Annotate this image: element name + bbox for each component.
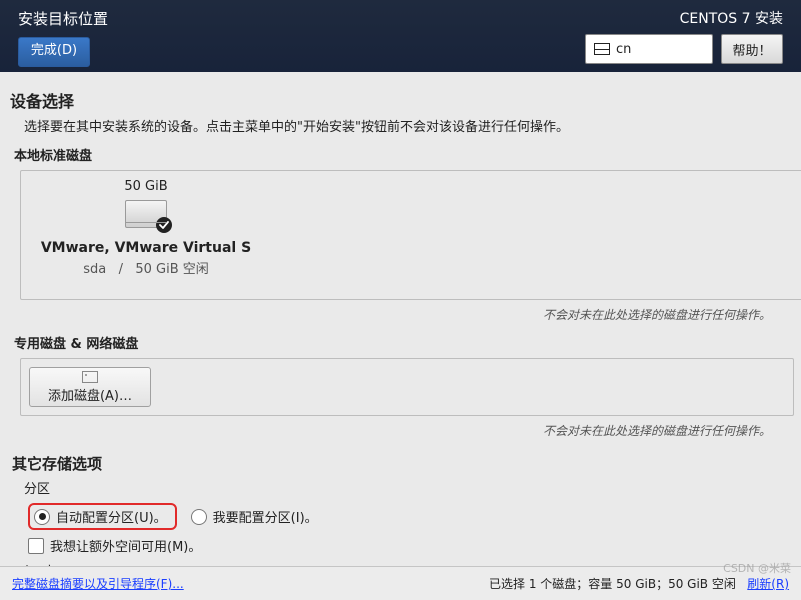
extra-space-checkbox[interactable] <box>28 538 44 554</box>
partition-section-label: 分区 <box>24 478 789 497</box>
header-left: 安装目标位置 完成(D) <box>18 4 108 72</box>
disk-size: 50 GiB <box>124 179 167 194</box>
disk-subtitle: sda / 50 GiB 空闲 <box>83 258 209 277</box>
auto-partition-radio[interactable]: 自动配置分区(U)。 <box>34 507 167 526</box>
refresh-link[interactable]: 刷新(R) <box>747 577 789 591</box>
full-disk-summary-link[interactable]: 完整磁盘摘要以及引导程序(F)... <box>12 575 184 592</box>
radio-icon <box>34 509 50 525</box>
header-right: CENTOS 7 安装 cn 帮助！ <box>585 4 783 72</box>
footer-bar: 完整磁盘摘要以及引导程序(F)... 已选择 1 个磁盘；容量 50 GiB；5… <box>0 566 801 600</box>
help-button[interactable]: 帮助！ <box>721 34 783 64</box>
extra-space-row: 我想让额外空间可用(M)。 <box>28 536 789 555</box>
disk-name: VMware, VMware Virtual S <box>41 240 251 256</box>
help-button-label: 帮助！ <box>732 40 771 59</box>
done-button[interactable]: 完成(D) <box>18 37 90 67</box>
keyboard-layout-selector[interactable]: cn <box>585 34 713 64</box>
device-selection-heading: 设备选择 <box>10 88 789 112</box>
network-disks-panel: 添加磁盘(A)… <box>20 358 794 416</box>
add-disk-button[interactable]: 添加磁盘(A)… <box>29 367 151 407</box>
radio-icon <box>191 509 207 525</box>
footer-right-group: 已选择 1 个磁盘；容量 50 GiB；50 GiB 空闲 刷新(R) <box>489 575 789 592</box>
network-disks-note: 不会对未在此处选择的磁盘进行任何操作。 <box>10 422 771 439</box>
add-disk-icon <box>82 371 98 383</box>
header-bar: 安装目标位置 完成(D) CENTOS 7 安装 cn 帮助！ <box>0 0 801 72</box>
extra-space-label: 我想让额外空间可用(M)。 <box>50 536 201 555</box>
disk-status-text: 已选择 1 个磁盘；容量 50 GiB；50 GiB 空闲 <box>489 577 736 591</box>
manual-partition-radio[interactable]: 我要配置分区(I)。 <box>191 507 318 526</box>
local-disks-panel: 50 GiB VMware, VMware Virtual S sda / 50… <box>20 170 801 300</box>
keyboard-icon <box>594 43 610 55</box>
partition-radio-row: 自动配置分区(U)。 我要配置分区(I)。 <box>28 503 789 530</box>
local-disks-note: 不会对未在此处选择的磁盘进行任何操作。 <box>10 306 771 323</box>
header-controls-row: cn 帮助！ <box>585 34 783 64</box>
disk-selected-check-icon <box>156 217 172 233</box>
local-disks-heading: 本地标准磁盘 <box>14 145 789 164</box>
other-storage-heading: 其它存储选项 <box>12 453 789 474</box>
highlight-box: 自动配置分区(U)。 <box>28 503 177 530</box>
keyboard-layout-label: cn <box>616 42 631 57</box>
manual-partition-label: 我要配置分区(I)。 <box>213 507 318 526</box>
hard-drive-icon <box>125 200 167 228</box>
device-selection-description: 选择要在其中安装系统的设备。点击主菜单中的"开始安装"按钮前不会对该设备进行任何… <box>24 116 789 135</box>
product-label: CENTOS 7 安装 <box>585 8 783 28</box>
page-title: 安装目标位置 <box>18 8 108 29</box>
main-content: 设备选择 选择要在其中安装系统的设备。点击主菜单中的"开始安装"按钮前不会对该设… <box>0 72 801 580</box>
add-disk-label: 添加磁盘(A)… <box>48 385 132 404</box>
network-disks-heading: 专用磁盘 & 网络磁盘 <box>14 333 789 352</box>
auto-partition-label: 自动配置分区(U)。 <box>56 507 167 526</box>
disk-item[interactable]: 50 GiB VMware, VMware Virtual S sda / 50… <box>41 179 251 277</box>
